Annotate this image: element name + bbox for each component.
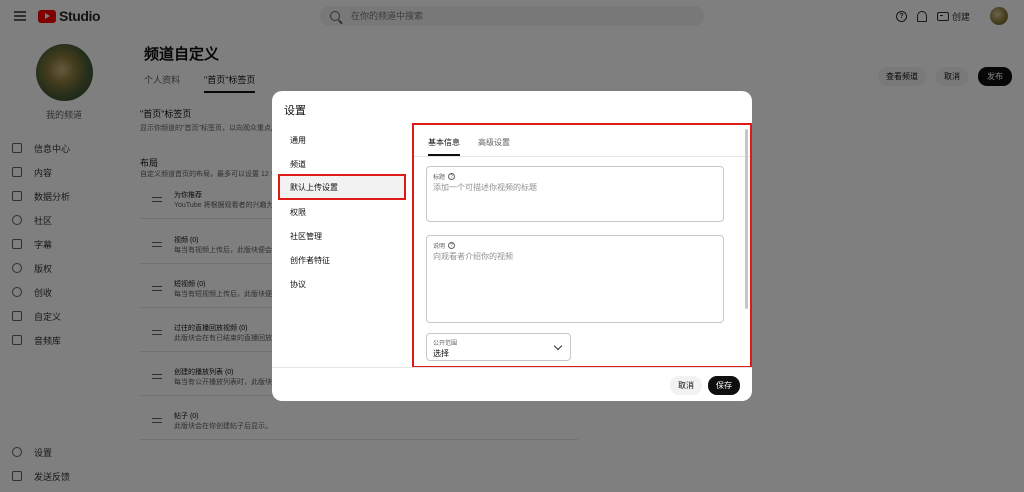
title-placeholder: 添加一个可描述你视频的标题 bbox=[433, 183, 537, 192]
description-field-label: 说明 ? bbox=[433, 241, 456, 250]
description-field[interactable]: 说明 ? 向观看者介绍你的视频 bbox=[426, 235, 724, 323]
field-label-text: 标题 bbox=[433, 175, 446, 181]
settings-nav-permissions[interactable]: 权限 bbox=[290, 207, 306, 218]
visibility-value: 选择 bbox=[433, 349, 449, 358]
help-icon[interactable]: ? bbox=[448, 242, 456, 249]
title-field[interactable]: 标题 ? 添加一个可描述你视频的标题 bbox=[426, 166, 724, 222]
upload-defaults-panel: 基本信息 高级设置 标题 ? 添加一个可描述你视频的标题 说明 ? 向观看者介绍… bbox=[412, 123, 752, 368]
settings-nav-general[interactable]: 通用 bbox=[290, 135, 306, 146]
tab-basic-info[interactable]: 基本信息 bbox=[428, 137, 460, 156]
settings-dialog: 设置 通用 频道 默认上传设置 权限 社区管理 创作者特征 协议 基本信息 高级… bbox=[272, 91, 752, 401]
settings-nav-channel[interactable]: 频道 bbox=[290, 159, 306, 170]
settings-nav-community[interactable]: 社区管理 bbox=[290, 231, 322, 242]
dialog-save-button[interactable]: 保存 bbox=[708, 376, 740, 395]
help-icon[interactable]: ? bbox=[448, 173, 456, 180]
visibility-label: 公开范围 bbox=[433, 341, 458, 347]
visibility-select[interactable]: 公开范围 选择 bbox=[426, 333, 571, 361]
chevron-down-icon bbox=[553, 341, 563, 351]
dialog-cancel-button[interactable]: 取消 bbox=[670, 376, 702, 395]
tab-advanced-settings[interactable]: 高级设置 bbox=[478, 137, 510, 156]
dialog-title: 设置 bbox=[284, 105, 306, 117]
settings-nav-upload-defaults[interactable]: 默认上传设置 bbox=[278, 174, 406, 200]
title-field-label: 标题 ? bbox=[433, 172, 456, 181]
panel-scrollbar[interactable] bbox=[745, 129, 748, 309]
settings-nav-creator-features[interactable]: 创作者特征 bbox=[290, 255, 330, 266]
description-placeholder: 向观看者介绍你的视频 bbox=[433, 252, 513, 261]
settings-nav-agreements[interactable]: 协议 bbox=[290, 279, 306, 290]
dialog-footer: 取消 保存 bbox=[272, 367, 752, 401]
field-label-text: 说明 bbox=[433, 244, 446, 250]
tabs-divider bbox=[414, 156, 750, 157]
